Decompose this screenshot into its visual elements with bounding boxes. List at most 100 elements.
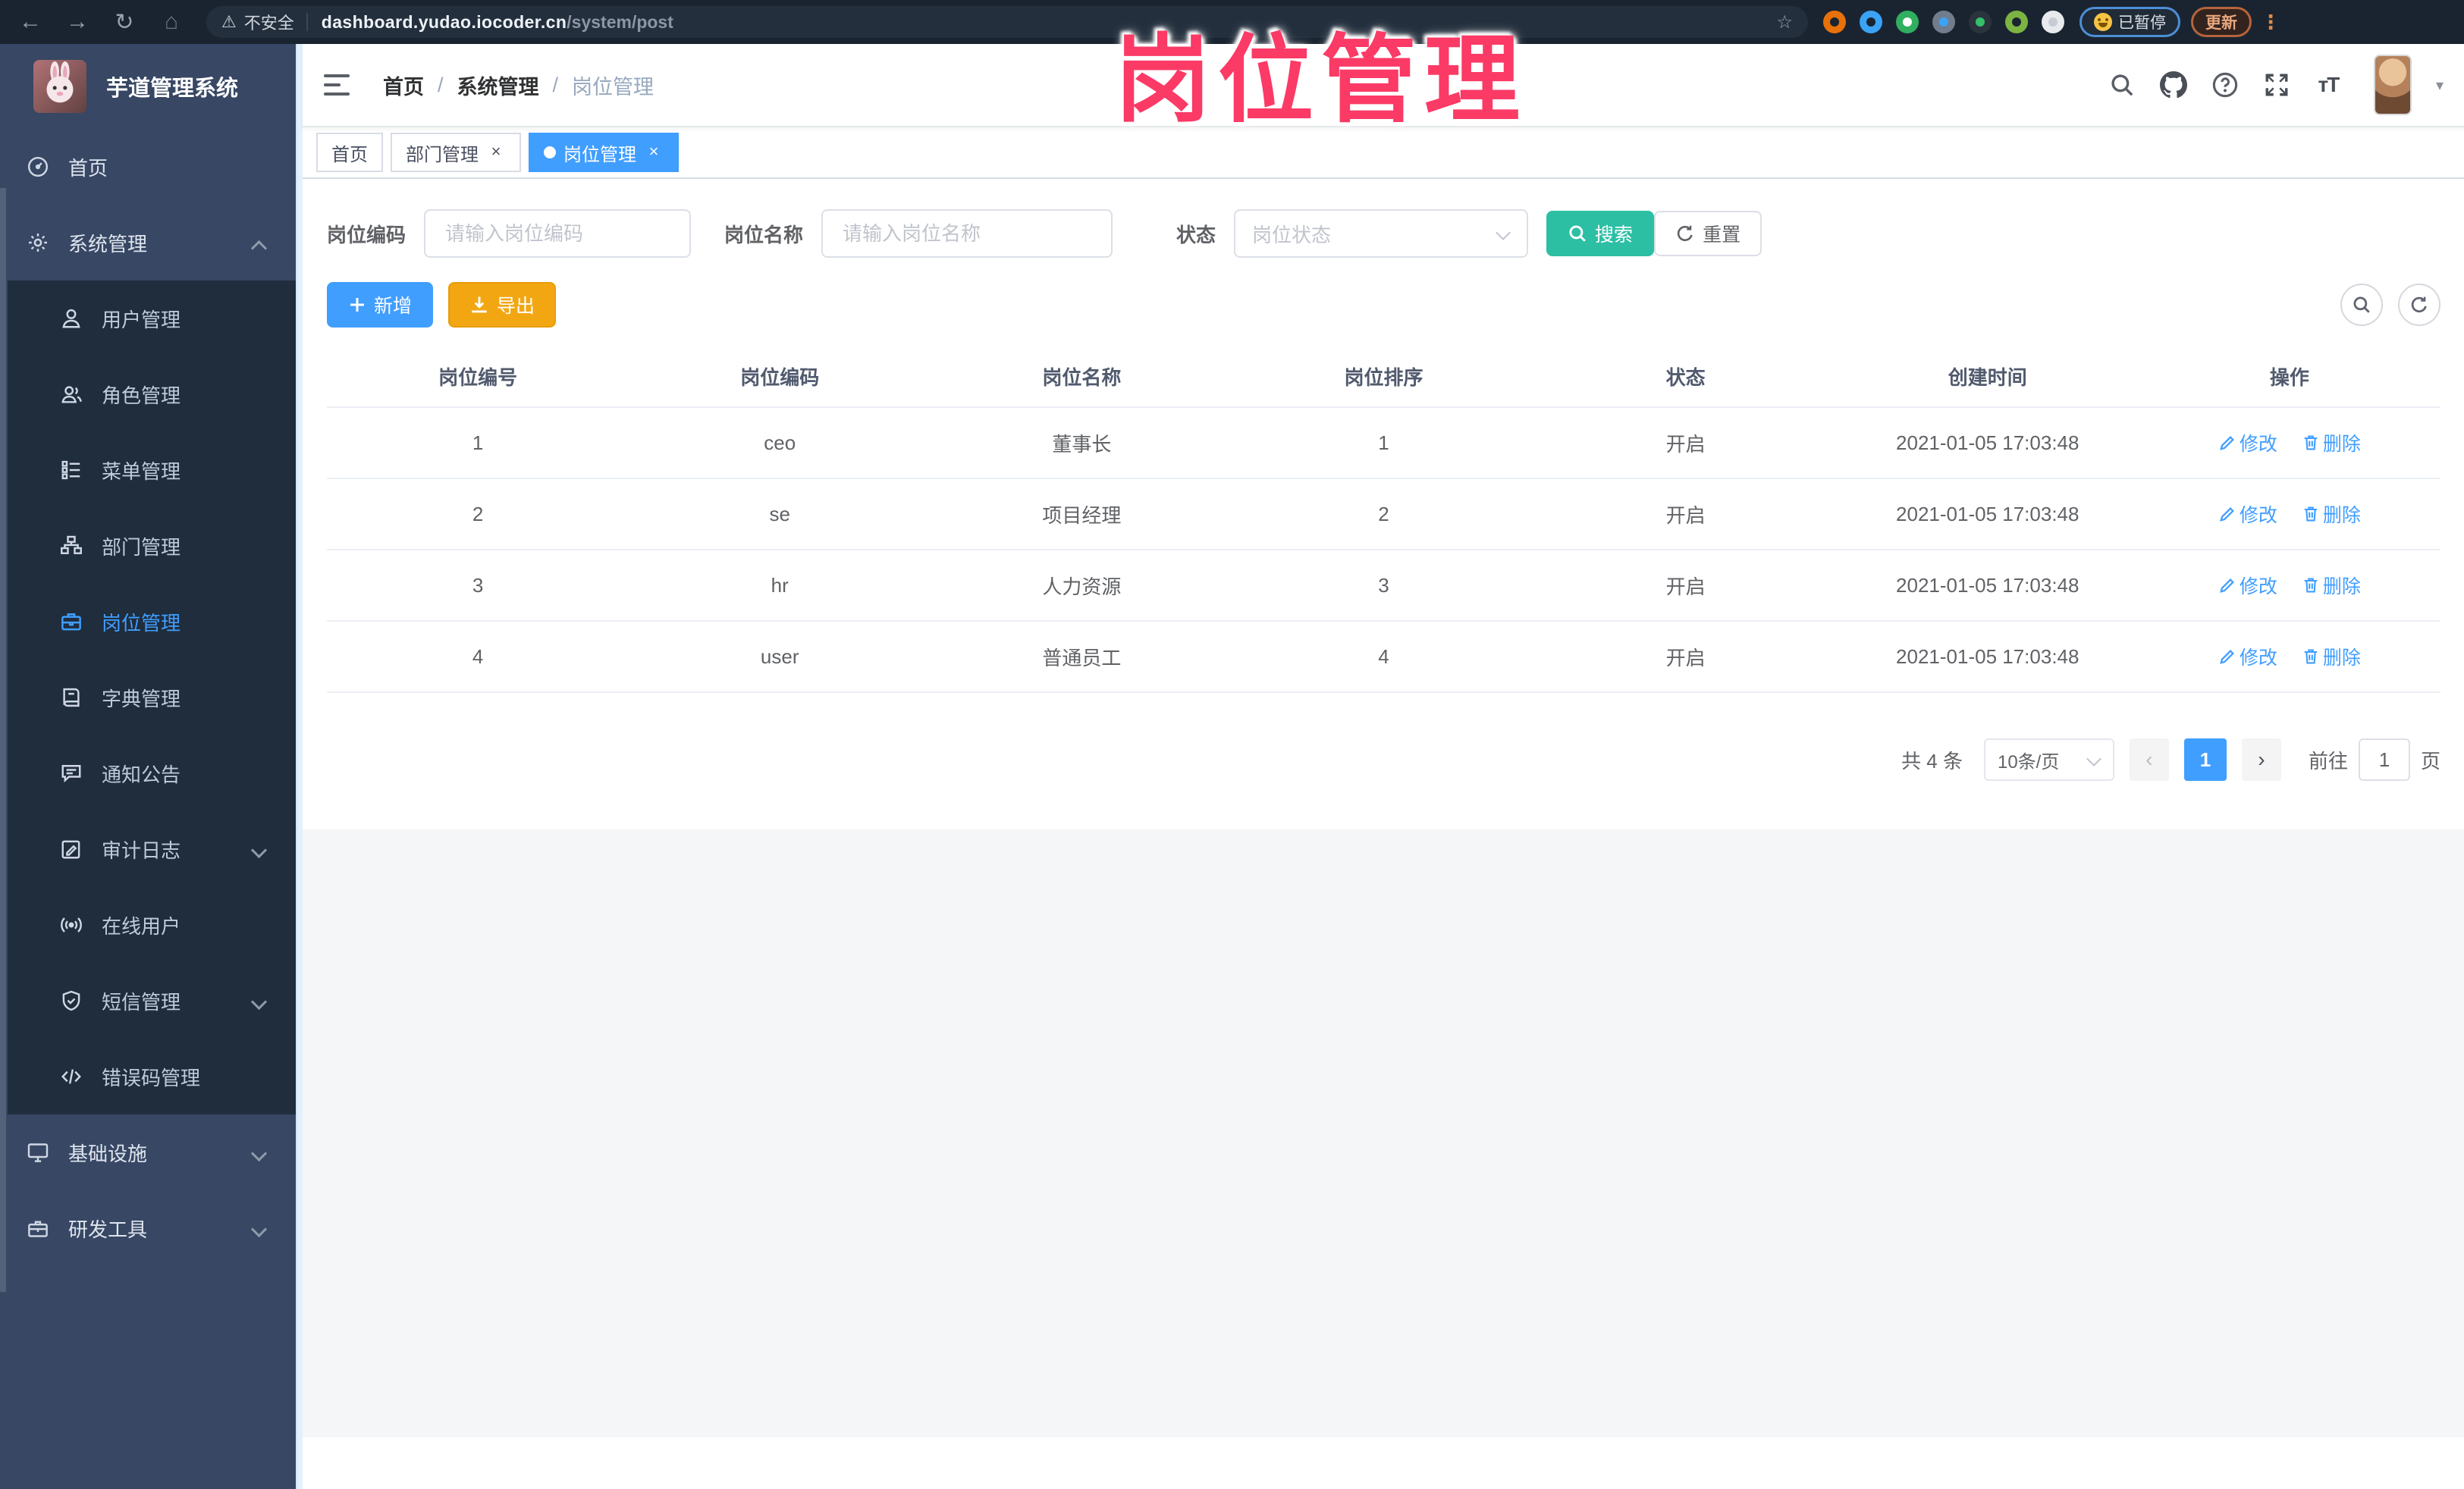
search-button[interactable]: 搜索	[1546, 211, 1655, 256]
column-header-岗位名称: 岗位名称	[1042, 365, 1122, 389]
sidebar-item-基础设施[interactable]: 基础设施	[0, 1114, 296, 1190]
export-button[interactable]: 导出	[448, 282, 557, 328]
sidebar-item-字典管理[interactable]: 字典管理	[0, 660, 296, 735]
column-header-操作: 操作	[2269, 365, 2309, 389]
ext-grid-blue-icon[interactable]	[1932, 11, 1955, 33]
sidebar-item-审计日志[interactable]: 审计日志	[0, 811, 296, 887]
page-number-1[interactable]: 1	[2183, 738, 2227, 781]
sidebar-item-角色管理[interactable]: 角色管理	[0, 356, 296, 432]
status-select[interactable]: 岗位状态	[1234, 209, 1529, 258]
app-header: 首页 / 系统管理 / 岗位管理 ᴛT ▾	[303, 44, 2464, 127]
gear-icon	[26, 230, 50, 255]
font-size-icon[interactable]: ᴛT	[2313, 70, 2343, 100]
delete-link[interactable]: 删除	[2302, 500, 2361, 528]
github-icon[interactable]	[2158, 70, 2189, 100]
content-scrollbar[interactable]	[296, 44, 303, 1489]
sidebar-item-label: 研发工具	[68, 1218, 148, 1241]
org-tree-icon	[59, 534, 83, 558]
ext-sprout-icon[interactable]	[2005, 11, 2028, 33]
edit-link[interactable]: 修改	[2218, 572, 2277, 599]
edit-link[interactable]: 修改	[2218, 429, 2277, 456]
breadcrumb-system[interactable]: 系统管理	[457, 71, 539, 100]
toggle-search-button[interactable]	[2340, 284, 2383, 326]
help-icon[interactable]	[2210, 70, 2240, 100]
sidebar-item-研发工具[interactable]: 研发工具	[0, 1190, 296, 1266]
browser-forward-icon[interactable]: →	[61, 5, 94, 39]
ext-green-check-icon[interactable]	[1896, 11, 1919, 33]
prev-page-button[interactable]: ‹	[2129, 738, 2169, 781]
ext-dark-badge-icon[interactable]	[1969, 11, 1992, 33]
sidebar-scrollbar[interactable]	[0, 188, 6, 1292]
update-button[interactable]: 更新	[2191, 7, 2252, 37]
post-code-input[interactable]	[442, 220, 673, 247]
add-button[interactable]: 新增	[327, 282, 434, 328]
cell-status: 开启	[1665, 575, 1706, 598]
ext-puzzle-icon[interactable]	[2042, 11, 2064, 33]
delete-link[interactable]: 删除	[2302, 572, 2361, 599]
screen: ← → ↻ ⌂ ⚠ 不安全 dashboard.yudao.iocoder.cn…	[0, 0, 2464, 1489]
announcement-icon	[59, 761, 83, 785]
sidebar-item-label: 角色管理	[102, 384, 181, 407]
fullscreen-icon[interactable]	[2262, 70, 2292, 100]
browser-reload-icon[interactable]: ↻	[108, 5, 141, 39]
reset-button[interactable]: 重置	[1654, 211, 1762, 256]
user-avatar[interactable]	[2373, 55, 2412, 115]
column-header-状态: 状态	[1665, 365, 1706, 389]
tab-部门管理[interactable]: 部门管理 ×	[391, 133, 521, 172]
post-code-input-wrap	[424, 209, 692, 258]
sidebar-item-部门管理[interactable]: 部门管理	[0, 508, 296, 584]
paused-badge[interactable]: 已暂停	[2079, 7, 2180, 37]
address-bar[interactable]: ⚠ 不安全 dashboard.yudao.iocoder.cn /system…	[206, 6, 1808, 38]
sidebar-item-错误码管理[interactable]: 错误码管理	[0, 1039, 296, 1114]
sidebar-item-label: 首页	[68, 156, 108, 180]
sidebar-item-用户管理[interactable]: 用户管理	[0, 281, 296, 356]
sidebar-item-菜单管理[interactable]: 菜单管理	[0, 432, 296, 508]
sidebar-item-通知公告[interactable]: 通知公告	[0, 735, 296, 811]
edit-link[interactable]: 修改	[2218, 500, 2277, 528]
goto-page-input[interactable]	[2358, 738, 2410, 781]
sidebar-item-在线用户[interactable]: 在线用户	[0, 887, 296, 963]
browser-home-icon[interactable]: ⌂	[155, 5, 188, 39]
sidebar-item-首页[interactable]: 首页	[0, 129, 296, 205]
ext-location-pin-icon[interactable]	[1860, 11, 1882, 33]
bookmark-star-icon[interactable]: ☆	[1776, 11, 1793, 33]
security-label[interactable]: 不安全	[244, 10, 294, 34]
header-search-icon[interactable]	[2107, 70, 2137, 100]
refresh-button[interactable]	[2398, 284, 2440, 326]
ext-orange-ring-icon[interactable]	[1823, 11, 1846, 33]
delete-link[interactable]: 删除	[2302, 643, 2361, 670]
tab-岗位管理[interactable]: 岗位管理 ×	[529, 133, 679, 172]
column-header-岗位排序: 岗位排序	[1344, 365, 1423, 389]
user-menu-caret-icon[interactable]: ▾	[2436, 76, 2444, 95]
table-row-post-ceo: 1 ceo 董事长 1 开启 2021-01-05 17:03:48 修改 删除	[327, 408, 2440, 479]
post-name-input[interactable]	[840, 220, 1095, 247]
cell-id: 1	[472, 431, 484, 454]
cell-id: 3	[472, 573, 484, 597]
active-dot-icon	[544, 146, 556, 158]
sidebar-collapse-icon[interactable]	[324, 74, 350, 96]
browser-menu-icon[interactable]: ⋮	[2261, 11, 2280, 34]
close-tab-icon[interactable]: ×	[486, 143, 506, 162]
tab-首页[interactable]: 首页	[316, 133, 383, 172]
sidebar-item-label: 系统管理	[68, 232, 148, 255]
sidebar-item-label: 岗位管理	[102, 611, 181, 635]
browser-back-icon[interactable]: ←	[14, 5, 47, 39]
cell-id: 4	[472, 644, 484, 668]
page-size-select[interactable]: 10条/页	[1983, 738, 2114, 781]
close-tab-icon[interactable]: ×	[644, 143, 664, 162]
delete-link[interactable]: 删除	[2302, 429, 2361, 456]
breadcrumb-home[interactable]: 首页	[383, 71, 424, 100]
edit-link[interactable]: 修改	[2218, 643, 2277, 670]
cell-actions: 修改 删除	[2139, 622, 2440, 691]
cell-status: 开启	[1665, 432, 1706, 456]
post-name-input-wrap	[821, 209, 1113, 258]
sidebar-item-短信管理[interactable]: 短信管理	[0, 963, 296, 1039]
breadcrumb-separator: /	[552, 73, 559, 96]
sidebar-item-岗位管理[interactable]: 岗位管理	[0, 584, 296, 660]
chevron-down-icon	[253, 1146, 265, 1158]
next-page-button[interactable]: ›	[2241, 738, 2281, 781]
app-logo-row[interactable]: 芋道管理系统	[0, 44, 296, 129]
post-name-label: 岗位名称	[724, 223, 804, 246]
sidebar-item-系统管理[interactable]: 系统管理	[0, 205, 296, 281]
url-host: dashboard.yudao.iocoder.cn	[321, 11, 567, 32]
